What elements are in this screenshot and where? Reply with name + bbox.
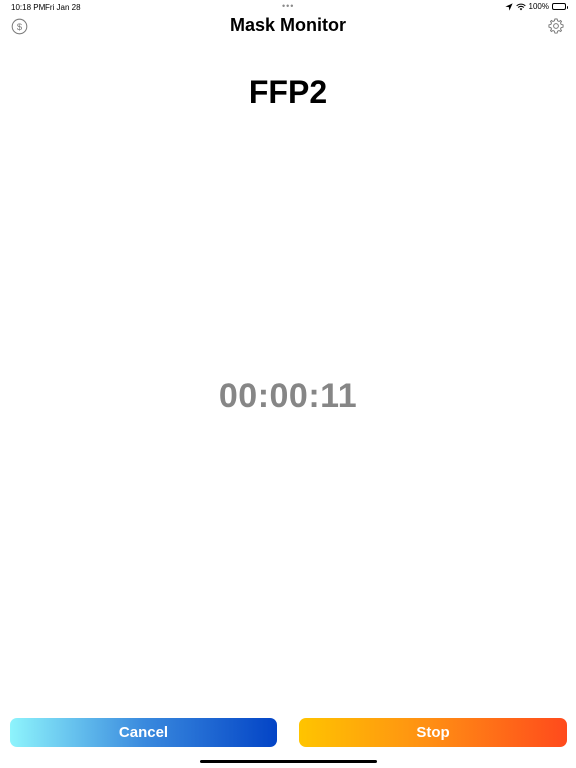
multitask-indicator[interactable]: ••• xyxy=(282,2,294,11)
mask-type-label: FFP2 xyxy=(248,74,328,110)
wifi-icon xyxy=(515,3,526,11)
elapsed-timer: 00:00:11 xyxy=(218,377,358,415)
cancel-button[interactable]: Cancel xyxy=(10,718,277,747)
page-title: Mask Monitor xyxy=(229,15,346,35)
stop-button[interactable]: Stop xyxy=(299,718,567,747)
navigation-bar: $ Mask Monitor xyxy=(0,12,576,40)
status-time: 10:18 PM xyxy=(11,3,46,12)
status-date: Fri Jan 28 xyxy=(45,3,81,12)
battery-icon xyxy=(552,3,568,10)
settings-button[interactable] xyxy=(546,16,566,36)
home-indicator[interactable] xyxy=(200,760,377,763)
battery-percent: 100% xyxy=(528,2,549,11)
gear-icon xyxy=(548,18,564,34)
location-icon xyxy=(504,2,513,11)
status-indicators: 100% xyxy=(504,2,568,11)
